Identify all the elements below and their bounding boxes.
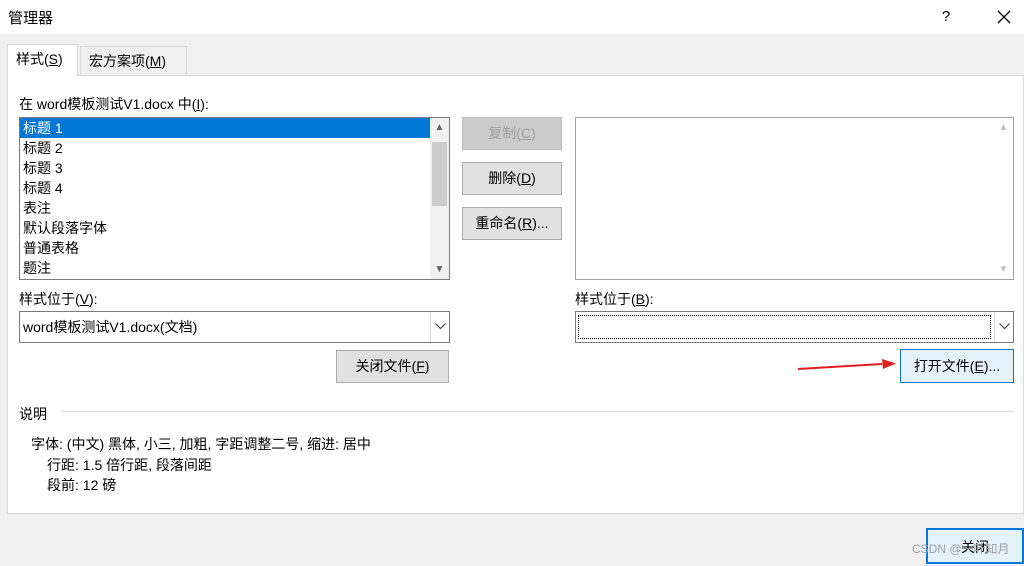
right-location-key: B bbox=[635, 291, 646, 307]
description-divider bbox=[61, 411, 1014, 412]
left-location-prefix: 样式位于( bbox=[19, 291, 80, 307]
rename-key: R bbox=[522, 215, 533, 231]
copy-suffix: ) bbox=[531, 125, 536, 141]
copy-key: C bbox=[520, 125, 532, 141]
scrollbar-thumb[interactable] bbox=[432, 142, 447, 206]
close-file-prefix: 关闭文件( bbox=[355, 358, 417, 374]
focus-outline bbox=[578, 315, 991, 339]
rename-suffix: )... bbox=[532, 215, 549, 231]
list-item[interactable]: 表注 bbox=[20, 198, 449, 218]
chevron-down-icon bbox=[435, 323, 446, 330]
dropdown-button[interactable] bbox=[430, 312, 449, 342]
window-title: 管理器 bbox=[8, 10, 54, 27]
left-style-items: 标题 1 标题 2 标题 3 标题 4 表注 默认段落字体 普通表格 题注 bbox=[20, 118, 449, 278]
left-list-label: 在 word模板测试V1.docx 中(I): bbox=[19, 94, 209, 114]
dropdown-button[interactable] bbox=[994, 312, 1013, 342]
open-file-prefix: 打开文件( bbox=[913, 358, 975, 374]
tab-styles-label: 样式( bbox=[16, 51, 49, 67]
close-icon bbox=[997, 10, 1011, 24]
scroll-up-icon[interactable]: ▲ bbox=[430, 118, 449, 137]
window-close-button[interactable] bbox=[986, 0, 1022, 34]
list-item[interactable]: 标题 2 bbox=[20, 138, 449, 158]
tab-macro-key: M bbox=[149, 53, 162, 69]
title-bar: 管理器 ? bbox=[0, 0, 1024, 34]
help-button[interactable]: ? bbox=[930, 0, 962, 34]
tab-macro-suffix: ) bbox=[161, 53, 167, 69]
description-heading: 说明 bbox=[19, 406, 47, 422]
list-item[interactable]: 标题 4 bbox=[20, 178, 449, 198]
right-location-dropdown[interactable] bbox=[575, 311, 1014, 343]
description-line-2: 行距: 1.5 倍行距, 段落间距 bbox=[47, 457, 212, 473]
right-style-list[interactable]: ▲ ▼ bbox=[575, 117, 1014, 280]
list-item[interactable]: 题注 bbox=[20, 258, 449, 278]
tab-macro-items[interactable]: 宏方案项(M) bbox=[80, 46, 187, 75]
left-location-key: V bbox=[79, 291, 90, 307]
close-file-suffix: ) bbox=[424, 358, 430, 374]
left-list-label-suffix: ): bbox=[200, 96, 209, 112]
delete-prefix: 删除( bbox=[488, 170, 521, 186]
right-list-scrollbar[interactable]: ▲ ▼ bbox=[994, 118, 1013, 279]
annotation-arrow bbox=[797, 359, 896, 370]
left-location-value: word模板测试V1.docx(文档) bbox=[23, 319, 198, 335]
left-list-label-prefix: 在 word模板测试V1.docx 中( bbox=[19, 96, 197, 112]
right-location-suffix: ): bbox=[645, 291, 654, 307]
left-location-suffix: ): bbox=[89, 291, 98, 307]
list-item[interactable]: 普通表格 bbox=[20, 238, 449, 258]
left-style-list[interactable]: 标题 1 标题 2 标题 3 标题 4 表注 默认段落字体 普通表格 题注 ▲ ▼ bbox=[19, 117, 450, 280]
left-list-scrollbar[interactable]: ▲ ▼ bbox=[430, 118, 449, 279]
tab-styles-suffix: ) bbox=[58, 51, 63, 67]
open-file-key: E bbox=[974, 358, 984, 374]
delete-key: D bbox=[520, 170, 532, 186]
description-line-1: 字体: (中文) 黑体, 小三, 加粗, 字距调整二号, 缩进: 居中 bbox=[31, 436, 371, 452]
list-item[interactable]: 默认段落字体 bbox=[20, 218, 449, 238]
tab-styles[interactable]: 样式(S) bbox=[7, 44, 78, 76]
chevron-down-icon bbox=[999, 323, 1010, 330]
list-item[interactable]: 标题 3 bbox=[20, 158, 449, 178]
right-location-label: 样式位于(B): bbox=[575, 289, 654, 309]
close-file-key: F bbox=[416, 358, 425, 374]
tab-styles-key: S bbox=[48, 51, 59, 67]
list-item[interactable]: 标题 1 bbox=[20, 118, 449, 138]
scroll-down-icon[interactable]: ▼ bbox=[994, 260, 1013, 279]
rename-prefix: 重命名( bbox=[475, 215, 523, 231]
close-file-button[interactable]: 关闭文件(F) bbox=[336, 350, 449, 383]
copy-prefix: 复制( bbox=[488, 125, 521, 141]
scroll-down-icon[interactable]: ▼ bbox=[430, 260, 449, 279]
left-location-label: 样式位于(V): bbox=[19, 289, 98, 309]
left-location-dropdown[interactable]: word模板测试V1.docx(文档) bbox=[19, 311, 450, 343]
open-file-button[interactable]: 打开文件(E)... bbox=[900, 349, 1014, 383]
scroll-up-icon[interactable]: ▲ bbox=[994, 118, 1013, 137]
tab-macro-label: 宏方案项( bbox=[89, 53, 150, 69]
delete-suffix: ) bbox=[531, 170, 536, 186]
rename-button[interactable]: 重命名(R)... bbox=[462, 207, 562, 240]
delete-button[interactable]: 删除(D) bbox=[462, 162, 562, 195]
open-file-suffix: )... bbox=[983, 358, 1001, 374]
watermark: CSDN @一叶知月 bbox=[912, 542, 1010, 556]
copy-button[interactable]: 复制(C) bbox=[462, 117, 562, 150]
right-location-prefix: 样式位于( bbox=[575, 291, 636, 307]
description-line-3: 段前: 12 磅 bbox=[47, 477, 117, 493]
